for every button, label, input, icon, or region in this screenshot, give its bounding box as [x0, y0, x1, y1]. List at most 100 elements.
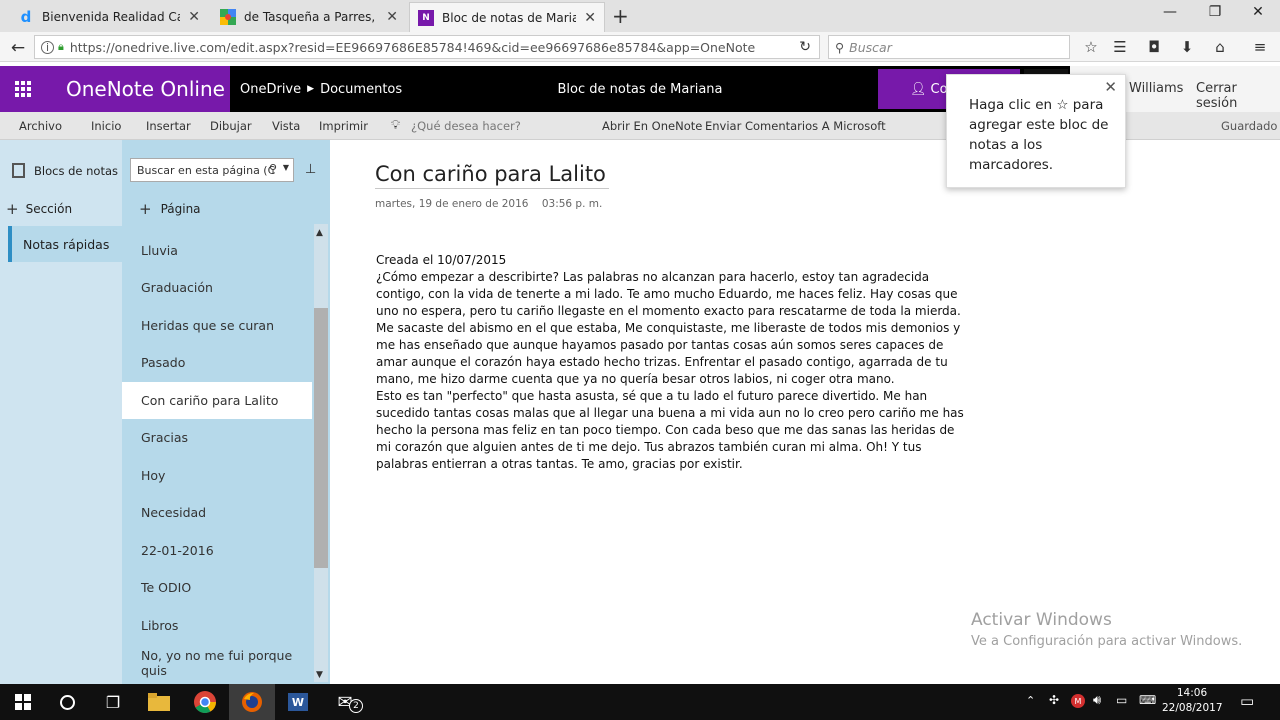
- page-label: Heridas que se curan: [141, 318, 274, 333]
- page-label: Gracias: [141, 430, 189, 445]
- notification-icon[interactable]: ▭: [1240, 692, 1254, 710]
- network-icon[interactable]: ▭: [1116, 693, 1127, 707]
- page-item[interactable]: Pasado: [122, 344, 312, 381]
- pocket-icon[interactable]: ◘: [1144, 38, 1164, 56]
- minimize-icon[interactable]: —: [1150, 4, 1190, 20]
- page-item[interactable]: Hoy: [122, 457, 312, 494]
- windows-start-icon[interactable]: [0, 684, 46, 720]
- chevron-down-icon[interactable]: ▼: [283, 163, 289, 172]
- address-bar[interactable]: i 🔒︎ https://onedrive.live.com/edit.aspx…: [34, 35, 820, 59]
- task-view-icon[interactable]: ❐: [90, 684, 136, 720]
- page-item[interactable]: Graduación: [122, 269, 312, 306]
- download-icon[interactable]: ⬇: [1177, 38, 1197, 56]
- scroll-down-icon[interactable]: ▼: [316, 670, 323, 680]
- tell-me-input[interactable]: ¿Qué desea hacer?: [411, 112, 521, 140]
- info-icon[interactable]: i: [41, 40, 54, 54]
- scroll-up-icon[interactable]: ▲: [316, 228, 323, 238]
- reload-icon[interactable]: ↻: [799, 39, 811, 55]
- notebook-title: Bloc de notas de Mariana: [557, 81, 723, 97]
- close-icon[interactable]: ✕: [386, 9, 398, 25]
- search-icon: ⚲: [268, 162, 277, 175]
- lock-icon: 🔒︎: [58, 40, 64, 53]
- app-launcher-icon[interactable]: [0, 66, 46, 112]
- callout-text: Haga clic en ☆ para agregar este bloc de…: [969, 97, 1109, 173]
- close-icon[interactable]: ✕: [188, 9, 200, 25]
- clock-time: 14:06: [1176, 687, 1208, 699]
- bookmark-star-icon[interactable]: ☆: [1081, 38, 1101, 56]
- antivirus-icon[interactable]: M: [1071, 694, 1085, 708]
- tab-inicio[interactable]: Inicio: [91, 112, 121, 140]
- close-icon[interactable]: ✕: [1104, 77, 1117, 97]
- pin-icon[interactable]: ⊥: [305, 162, 316, 177]
- reading-list-icon[interactable]: ☰: [1110, 38, 1130, 56]
- maximize-icon[interactable]: ❐: [1195, 4, 1235, 20]
- cortana-search-icon[interactable]: [44, 684, 90, 720]
- page-item[interactable]: Heridas que se curan: [122, 307, 312, 344]
- tray-up-icon[interactable]: ⌃: [1026, 694, 1035, 707]
- d-logo-icon: d: [20, 8, 32, 26]
- taskbar: ❐ W ✉︎ 2 ⌃ ✣ M 🔊︎ ▭ ⌨ 14:06 22/08/2017 ▭: [0, 684, 1280, 720]
- page-search-placeholder: Buscar en esta página (C: [137, 163, 276, 177]
- tab-insertar[interactable]: Insertar: [146, 112, 191, 140]
- add-section-button[interactable]: + Sección: [6, 200, 72, 218]
- page-item[interactable]: Libros: [122, 607, 312, 644]
- page-item[interactable]: Gracias: [122, 419, 312, 456]
- page-label: Lluvia: [141, 243, 178, 258]
- page-label: No, yo no me fui porque quis: [141, 647, 293, 678]
- tab-archivo[interactable]: Archivo: [19, 112, 62, 140]
- back-arrow-icon[interactable]: ←: [8, 38, 28, 58]
- notebooks-label: Blocs de notas: [34, 163, 118, 178]
- system-clock[interactable]: 14:06 22/08/2017: [1162, 686, 1223, 716]
- page-item[interactable]: 22-01-2016: [122, 532, 312, 569]
- browser-tab-1[interactable]: d Bienvenida Realidad Capitulo ✕: [10, 2, 208, 32]
- mail-badge: 2: [349, 699, 363, 713]
- breadcrumb-documentos[interactable]: Documentos: [320, 82, 402, 97]
- feedback-button[interactable]: Enviar Comentarios A Microsoft: [705, 112, 886, 140]
- firefox-icon[interactable]: [229, 684, 275, 720]
- browser-search-input[interactable]: ⚲ Buscar: [828, 35, 1070, 59]
- plus-icon: +: [6, 200, 19, 218]
- onenote-icon: N: [418, 9, 434, 26]
- note-title[interactable]: Con cariño para Lalito: [375, 162, 609, 189]
- app-name[interactable]: OneNote Online: [46, 66, 230, 112]
- page-search-input[interactable]: Buscar en esta página (C ⚲ ▼: [130, 158, 294, 182]
- keyboard-icon[interactable]: ⌨: [1139, 693, 1156, 707]
- home-icon[interactable]: ⌂: [1210, 38, 1230, 56]
- scrollbar-thumb[interactable]: [314, 308, 328, 568]
- user-name[interactable]: Williams: [1129, 81, 1183, 96]
- breadcrumb-onedrive[interactable]: OneDrive: [240, 82, 301, 97]
- lightbulb-icon: 💡︎: [391, 118, 401, 133]
- tab-vista[interactable]: Vista: [272, 112, 300, 140]
- add-page-button[interactable]: + Página: [139, 200, 201, 218]
- section-item-notas-rapidas[interactable]: Notas rápidas: [8, 226, 122, 262]
- page-item-selected[interactable]: Con cariño para Lalito: [122, 382, 312, 419]
- word-icon[interactable]: W: [275, 684, 321, 720]
- page-item[interactable]: Te ODIO: [122, 569, 312, 606]
- close-icon[interactable]: ✕: [584, 10, 596, 26]
- file-explorer-icon[interactable]: [136, 684, 182, 720]
- plus-icon: +: [139, 200, 152, 218]
- page-label: Pasado: [141, 355, 186, 370]
- open-in-onenote-button[interactable]: Abrir En OneNote: [602, 112, 702, 140]
- page-item[interactable]: Lluvia: [122, 232, 312, 269]
- add-section-label: Sección: [25, 202, 73, 216]
- chrome-icon[interactable]: [182, 684, 228, 720]
- menu-icon[interactable]: ≡: [1250, 38, 1270, 56]
- browser-tab-3[interactable]: N Bloc de notas de Mariana - N ✕: [409, 2, 605, 32]
- note-canvas[interactable]: Con cariño para Lalito martes, 19 de ene…: [330, 140, 1280, 684]
- volume-icon[interactable]: 🔊︎: [1093, 693, 1101, 708]
- notebooks-button[interactable]: Blocs de notas: [12, 163, 118, 178]
- mail-icon[interactable]: ✉︎ 2: [322, 684, 368, 720]
- tray-app-icon[interactable]: ✣: [1049, 693, 1059, 707]
- note-body[interactable]: Creada el 10/07/2015 ¿Cómo empezar a des…: [376, 252, 966, 473]
- page-item[interactable]: No, yo no me fui porque quis: [122, 644, 312, 681]
- share-label: Co: [930, 81, 948, 97]
- tab-dibujar[interactable]: Dibujar: [210, 112, 252, 140]
- page-item[interactable]: Necesidad: [122, 494, 312, 531]
- browser-tab-2[interactable]: de Tasqueña a Parres, CDMX ✕: [212, 2, 406, 32]
- window-close-icon[interactable]: ✕: [1238, 4, 1278, 20]
- signout-link[interactable]: Cerrar sesión: [1196, 81, 1280, 111]
- add-person-icon: 👤︎: [910, 81, 927, 97]
- tab-imprimir[interactable]: Imprimir: [319, 112, 368, 140]
- new-tab-icon[interactable]: +: [612, 4, 629, 28]
